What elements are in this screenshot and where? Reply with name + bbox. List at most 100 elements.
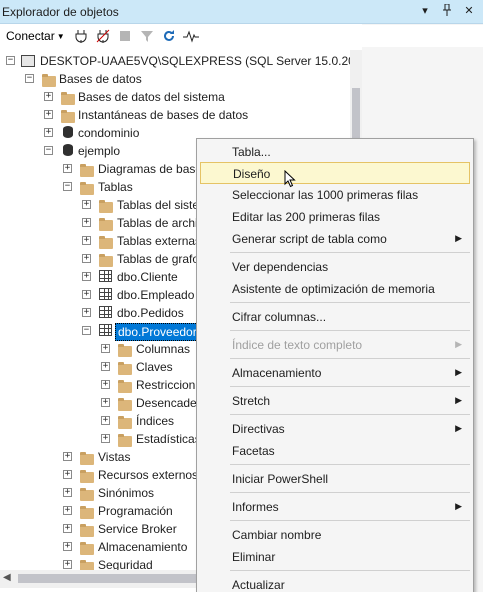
folder-icon bbox=[118, 397, 132, 411]
menu-item-memory-advisor[interactable]: Asistente de optimización de memoria bbox=[200, 278, 470, 300]
tree-node-columns[interactable]: + Columnas bbox=[0, 340, 190, 358]
expand-toggle[interactable]: + bbox=[63, 506, 72, 515]
menu-item-design[interactable]: Diseño bbox=[200, 162, 470, 184]
menu-item-rename[interactable]: Cambiar nombre bbox=[200, 524, 470, 546]
tree-node-snapshots[interactable]: + Instantáneas de bases de datos bbox=[0, 106, 248, 124]
menu-item-label: Seleccionar las 1000 primeras filas bbox=[232, 188, 419, 202]
menu-item-policies[interactable]: Directivas ▶ bbox=[200, 418, 470, 440]
menu-item-facets[interactable]: Facetas bbox=[200, 440, 470, 462]
menu-item-edit-top-200[interactable]: Editar las 200 primeras filas bbox=[200, 206, 470, 228]
menu-item-delete[interactable]: Eliminar bbox=[200, 546, 470, 568]
tree-node-file-tables[interactable]: + Tablas de archi bbox=[0, 214, 198, 232]
tree-node-external-resources[interactable]: + Recursos externos bbox=[0, 466, 198, 484]
menu-item-new-table[interactable]: Tabla... bbox=[200, 141, 470, 163]
folder-icon bbox=[99, 253, 113, 267]
collapse-toggle[interactable]: − bbox=[63, 182, 72, 191]
tree-label: Índices bbox=[136, 414, 175, 428]
stop-icon[interactable] bbox=[117, 28, 133, 44]
submenu-arrow-icon: ▶ bbox=[455, 395, 462, 405]
expand-toggle[interactable]: + bbox=[44, 92, 53, 101]
menu-item-storage[interactable]: Almacenamiento ▶ bbox=[200, 362, 470, 384]
expand-toggle[interactable]: + bbox=[63, 470, 72, 479]
expand-toggle[interactable]: + bbox=[82, 200, 91, 209]
scroll-left-icon[interactable]: ◀ bbox=[3, 572, 11, 583]
expand-toggle[interactable]: + bbox=[101, 362, 110, 371]
expand-toggle[interactable]: + bbox=[63, 452, 72, 461]
expand-toggle[interactable]: + bbox=[44, 110, 53, 119]
collapse-toggle[interactable]: − bbox=[44, 146, 53, 155]
expand-toggle[interactable]: + bbox=[44, 128, 53, 137]
expand-toggle[interactable]: + bbox=[101, 398, 110, 407]
expand-toggle[interactable]: + bbox=[63, 542, 72, 551]
folder-icon bbox=[118, 379, 132, 393]
expand-toggle[interactable]: + bbox=[82, 290, 91, 299]
pin-icon[interactable] bbox=[441, 3, 453, 20]
expand-toggle[interactable]: + bbox=[101, 380, 110, 389]
tree-node-tables[interactable]: − Tablas bbox=[0, 178, 133, 196]
tree-node-service-broker[interactable]: + Service Broker bbox=[0, 520, 177, 538]
collapse-toggle[interactable]: − bbox=[6, 56, 15, 65]
close-icon[interactable]: ✕ bbox=[463, 4, 475, 20]
expand-toggle[interactable]: + bbox=[101, 344, 110, 353]
menu-item-label: Directivas bbox=[232, 422, 285, 436]
menu-item-reports[interactable]: Informes ▶ bbox=[200, 496, 470, 518]
tree-node-programming[interactable]: + Programación bbox=[0, 502, 173, 520]
collapse-toggle[interactable]: − bbox=[82, 326, 91, 335]
filter-icon[interactable] bbox=[139, 28, 155, 44]
tree-label: ejemplo bbox=[78, 144, 121, 158]
tree-node-indexes[interactable]: + Índices bbox=[0, 412, 174, 430]
connect-button[interactable]: Conectar ▼ bbox=[4, 28, 67, 44]
tree-node-system-tables[interactable]: + Tablas del siste bbox=[0, 196, 199, 214]
menu-item-label: Eliminar bbox=[232, 550, 276, 564]
tree-node-security[interactable]: + Seguridad bbox=[0, 556, 153, 570]
tree-node-diagrams[interactable]: + Diagramas de base bbox=[0, 160, 202, 178]
folder-icon bbox=[80, 559, 94, 570]
menu-item-script-table[interactable]: Generar script de tabla como ▶ bbox=[200, 228, 470, 250]
expand-toggle[interactable]: + bbox=[63, 488, 72, 497]
tree-node-keys[interactable]: + Claves bbox=[0, 358, 173, 376]
expand-toggle[interactable]: + bbox=[101, 416, 110, 425]
tree-node-external-tables[interactable]: + Tablas externas bbox=[0, 232, 201, 250]
expand-toggle[interactable]: + bbox=[63, 560, 72, 569]
menu-separator bbox=[230, 386, 470, 387]
menu-item-start-powershell[interactable]: Iniciar PowerShell bbox=[200, 468, 470, 490]
collapse-toggle[interactable]: − bbox=[25, 74, 34, 83]
database-icon bbox=[63, 126, 73, 138]
menu-item-label: Informes bbox=[232, 500, 279, 514]
expand-toggle[interactable]: + bbox=[82, 236, 91, 245]
activity-monitor-icon[interactable] bbox=[182, 28, 199, 44]
folder-icon bbox=[42, 73, 56, 87]
expand-toggle[interactable]: + bbox=[63, 524, 72, 533]
tree-node-views[interactable]: + Vistas bbox=[0, 448, 130, 466]
tree-node-triggers[interactable]: + Desencader bbox=[0, 394, 201, 412]
tree-node-storage[interactable]: + Almacenamiento bbox=[0, 538, 187, 556]
chevron-down-icon: ▼ bbox=[56, 31, 65, 41]
refresh-icon[interactable] bbox=[161, 28, 177, 44]
tree-label: Claves bbox=[136, 360, 173, 374]
folder-icon bbox=[61, 109, 75, 123]
dropdown-icon[interactable]: ▾ bbox=[419, 4, 431, 20]
submenu-arrow-icon: ▶ bbox=[455, 233, 462, 243]
tree-node-graph-tables[interactable]: + Tablas de grafo bbox=[0, 250, 199, 268]
expand-toggle[interactable]: + bbox=[82, 308, 91, 317]
connect-label: Conectar bbox=[6, 29, 55, 43]
tree-node-constraints[interactable]: + Restriccion bbox=[0, 376, 195, 394]
expand-toggle[interactable]: + bbox=[82, 218, 91, 227]
tree-node-statistics[interactable]: + Estadísticas bbox=[0, 430, 201, 448]
tree-node-system-databases[interactable]: + Bases de datos del sistema bbox=[0, 88, 225, 106]
menu-item-refresh[interactable]: Actualizar bbox=[200, 574, 470, 592]
connect-plug-icon[interactable] bbox=[73, 28, 89, 44]
expand-toggle[interactable]: + bbox=[82, 272, 91, 281]
menu-item-select-top-1000[interactable]: Seleccionar las 1000 primeras filas bbox=[200, 184, 470, 206]
disconnect-icon[interactable] bbox=[95, 28, 111, 44]
expand-toggle[interactable]: + bbox=[101, 434, 110, 443]
expand-toggle[interactable]: + bbox=[82, 254, 91, 263]
expand-toggle[interactable]: + bbox=[63, 164, 72, 173]
menu-item-view-dependencies[interactable]: Ver dependencias bbox=[200, 256, 470, 278]
menu-item-encrypt-columns[interactable]: Cifrar columnas... bbox=[200, 306, 470, 328]
tree-label: Columnas bbox=[136, 342, 191, 356]
tree-node-synonyms[interactable]: + Sinónimos bbox=[0, 484, 154, 502]
menu-item-label: Generar script de tabla como bbox=[232, 232, 387, 246]
tree-node-databases[interactable]: − Bases de datos bbox=[0, 70, 142, 88]
menu-item-stretch[interactable]: Stretch ▶ bbox=[200, 390, 470, 412]
